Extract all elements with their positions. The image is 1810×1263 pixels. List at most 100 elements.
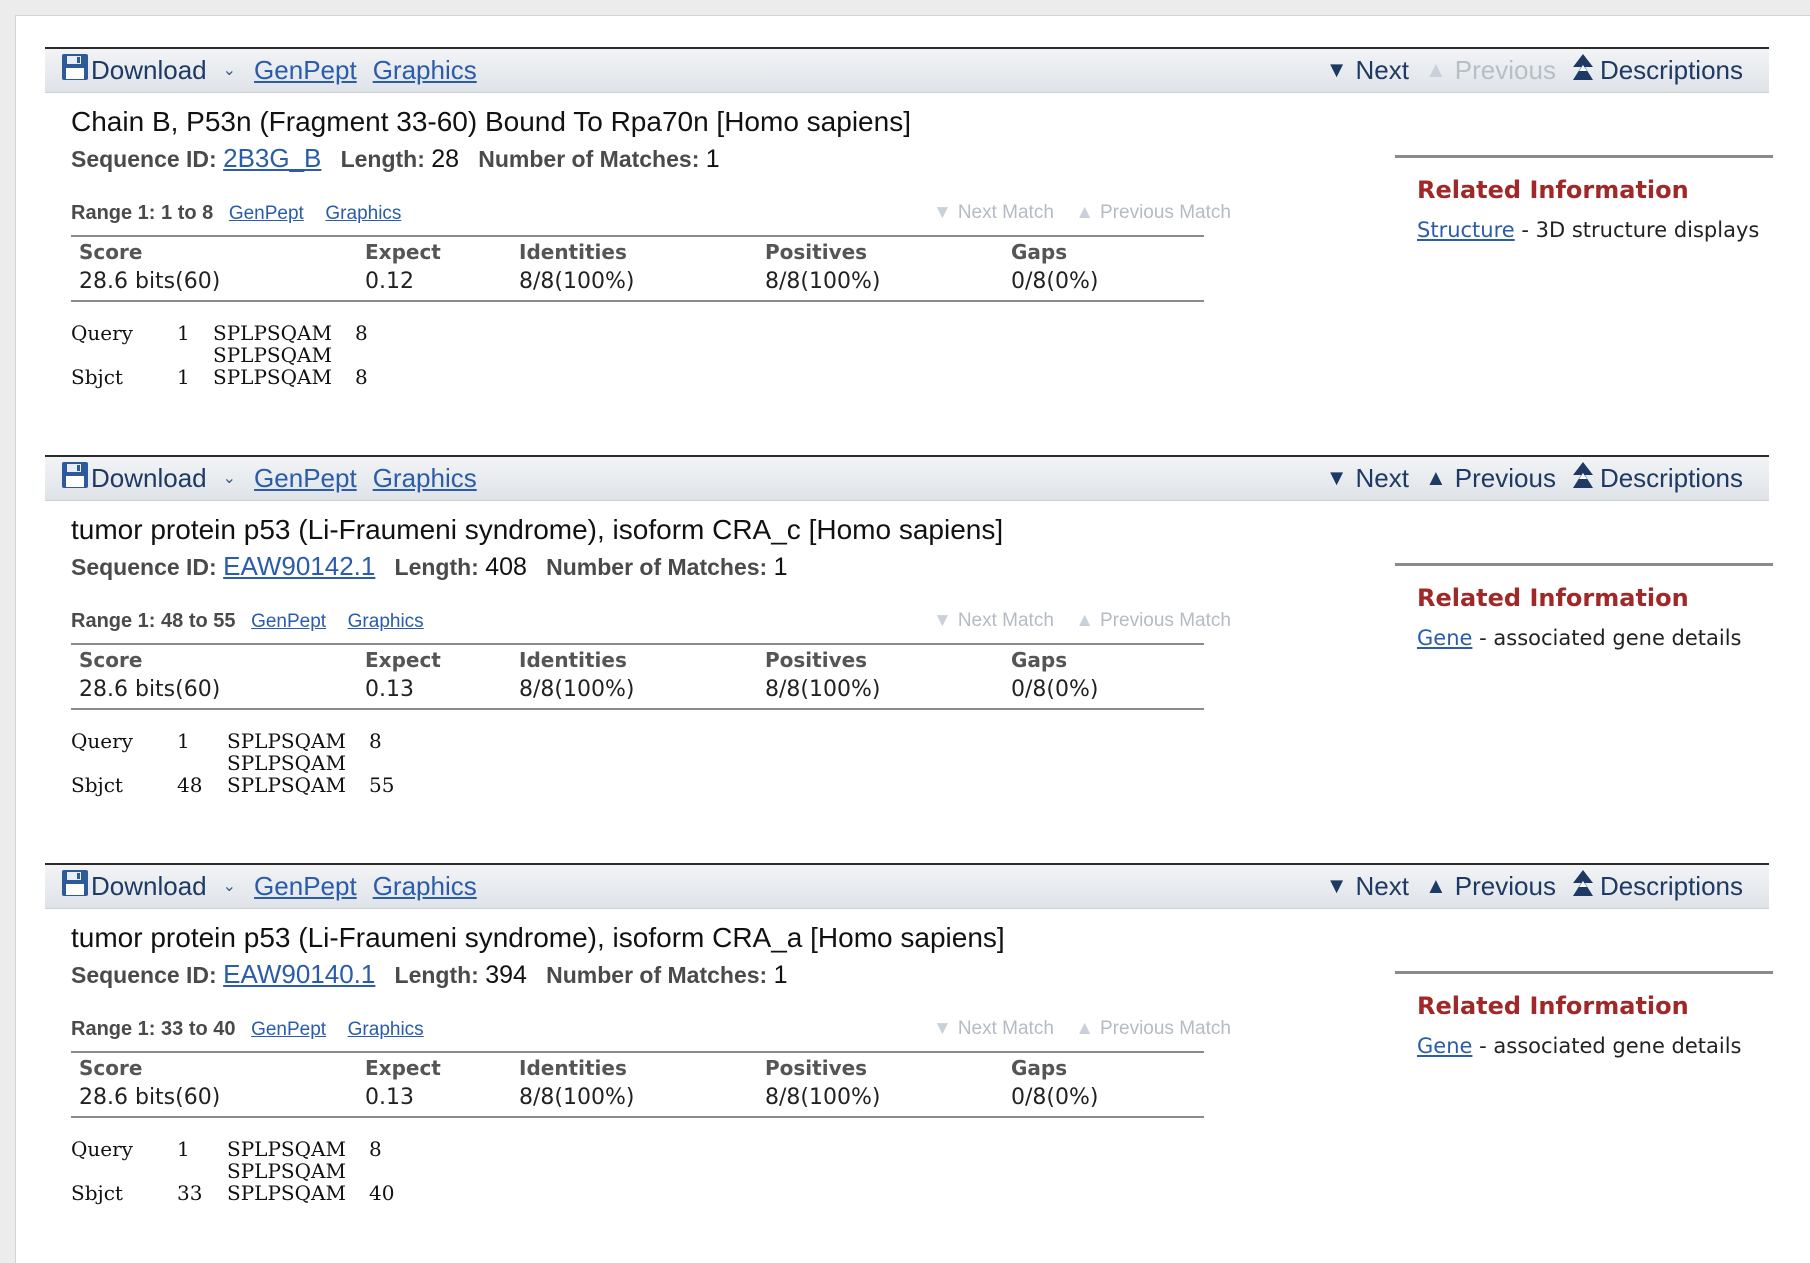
range-graphics-link[interactable]: Graphics (348, 1019, 424, 1040)
triangle-down-icon: ▼ (1325, 465, 1348, 490)
previous-match-link[interactable]: ▲ Previous Match (1075, 610, 1231, 631)
next-match-link[interactable]: ▼ Next Match (933, 610, 1054, 631)
score-value: 28.6 bits(60) (79, 269, 221, 294)
length-value: 394 (485, 961, 527, 989)
previous-match-link[interactable]: ▲ Previous Match (1075, 202, 1231, 223)
structure-link[interactable]: Structure (1417, 218, 1515, 242)
sbjct-end: 55 (369, 773, 395, 797)
query-sequence: SPLPSQAM (213, 321, 332, 345)
descriptions-link[interactable]: Descriptions (1572, 869, 1743, 904)
related-information: Related Information Gene - associated ge… (1395, 971, 1773, 1058)
sbjct-sequence: SPLPSQAM (227, 1181, 346, 1205)
expect-value: 0.13 (365, 677, 414, 702)
related-description: - associated gene details (1479, 1034, 1742, 1058)
identities-value: 8/8(100%) (519, 677, 635, 702)
descriptions-link[interactable]: Descriptions (1572, 53, 1743, 88)
genpept-link[interactable]: GenPept (254, 463, 357, 494)
positives-value: 8/8(100%) (765, 1085, 881, 1110)
range-line: Range 1: 1 to 8 GenPept Graphics (71, 202, 401, 225)
hit-section: Download ⌄ GenPept Graphics ▼ Next ▲ Previ… (45, 863, 1773, 1258)
expect-header: Expect (365, 1056, 441, 1080)
sbjct-end: 8 (355, 365, 368, 389)
related-information: Related Information Structure - 3D struc… (1395, 155, 1773, 242)
query-start: 1 (177, 729, 190, 753)
expect-header: Expect (365, 240, 441, 264)
range-graphics-link[interactable]: Graphics (325, 203, 401, 224)
sequence-info: Sequence ID: 2B3G_B Length: 28 Number of… (71, 143, 720, 174)
related-description: - associated gene details (1479, 626, 1742, 650)
download-button[interactable]: Download (91, 55, 207, 86)
sbjct-start: 1 (177, 365, 190, 389)
next-match-link[interactable]: ▼ Next Match (933, 1018, 1054, 1039)
length-label: Length: (394, 962, 479, 988)
next-link[interactable]: ▼ Next (1326, 55, 1409, 86)
floppy-disk-icon (61, 869, 89, 904)
chevron-down-icon[interactable]: ⌄ (223, 60, 236, 80)
hit-toolbar: Download ⌄ GenPept Graphics ▼ Next ▲ Previ… (45, 47, 1769, 93)
positives-header: Positives (765, 1056, 868, 1080)
previous-link[interactable]: ▲ Previous (1425, 55, 1556, 86)
related-information: Related Information Gene - associated ge… (1395, 563, 1773, 650)
genpept-link[interactable]: GenPept (254, 871, 357, 902)
next-link[interactable]: ▼ Next (1326, 871, 1409, 902)
download-button[interactable]: Download (91, 463, 207, 494)
hit-title: tumor protein p53 (Li-Fraumeni syndrome)… (71, 922, 1005, 953)
hit-toolbar: Download ⌄ GenPept Graphics ▼ Next ▲ Previ… (45, 863, 1769, 909)
previous-match-link[interactable]: ▲ Previous Match (1075, 1018, 1231, 1039)
sbjct-sequence: SPLPSQAM (227, 773, 346, 797)
next-link[interactable]: ▼ Next (1326, 463, 1409, 494)
range-genpept-link[interactable]: GenPept (251, 1019, 326, 1040)
range-graphics-link[interactable]: Graphics (348, 611, 424, 632)
triangle-down-icon: ▼ (933, 202, 952, 223)
download-button[interactable]: Download (91, 871, 207, 902)
hit-toolbar: Download ⌄ GenPept Graphics ▼ Next ▲ Previ… (45, 455, 1769, 501)
range-genpept-link[interactable]: GenPept (229, 203, 304, 224)
matches-label: Number of Matches: (546, 554, 768, 580)
previous-link[interactable]: ▲ Previous (1425, 871, 1556, 902)
length-value: 408 (485, 553, 527, 581)
range-line: Range 1: 33 to 40 GenPept Graphics (71, 1018, 424, 1041)
sequence-id-link[interactable]: EAW90140.1 (223, 959, 375, 989)
sequence-id-label: Sequence ID: (71, 146, 217, 172)
graphics-link[interactable]: Graphics (373, 463, 477, 494)
double-up-arrow-icon (1572, 461, 1594, 496)
positives-header: Positives (765, 240, 868, 264)
query-start: 1 (177, 1137, 190, 1161)
gene-link[interactable]: Gene (1417, 626, 1472, 650)
sequence-id-link[interactable]: EAW90142.1 (223, 551, 375, 581)
graphics-link[interactable]: Graphics (373, 55, 477, 86)
related-description: - 3D structure displays (1521, 218, 1760, 242)
score-header: Score (79, 648, 143, 672)
graphics-link[interactable]: Graphics (373, 871, 477, 902)
query-start: 1 (177, 321, 190, 345)
range-genpept-link[interactable]: GenPept (251, 611, 326, 632)
length-label: Length: (394, 554, 479, 580)
sbjct-label: Sbjct (71, 773, 123, 797)
gene-link[interactable]: Gene (1417, 1034, 1472, 1058)
triangle-up-icon: ▲ (1075, 610, 1094, 631)
sbjct-start: 33 (177, 1181, 203, 1205)
sequence-id-link[interactable]: 2B3G_B (223, 143, 321, 173)
chevron-down-icon[interactable]: ⌄ (223, 876, 236, 896)
stats-table: Score 28.6 bits(60) Expect 0.12 Identities… (71, 235, 1204, 302)
sequence-info: Sequence ID: EAW90140.1 Length: 394 Numb… (71, 959, 788, 990)
gaps-header: Gaps (1011, 1056, 1068, 1080)
sequence-id-label: Sequence ID: (71, 554, 217, 580)
gaps-value: 0/8(0%) (1011, 1085, 1099, 1110)
genpept-link[interactable]: GenPept (254, 55, 357, 86)
triangle-up-icon: ▲ (1075, 202, 1094, 223)
positives-value: 8/8(100%) (765, 677, 881, 702)
previous-link[interactable]: ▲ Previous (1425, 463, 1556, 494)
gaps-header: Gaps (1011, 240, 1068, 264)
sequence-info: Sequence ID: EAW90142.1 Length: 408 Numb… (71, 551, 788, 582)
alignment-block: Query 1 SPLPSQAM 8 SPLPSQAM Sbjct 48 SPLPSQAM… (71, 730, 394, 796)
range-label: Range 1: 48 to 55 (71, 610, 236, 632)
matches-value: 1 (705, 145, 720, 173)
next-match-link[interactable]: ▼ Next Match (933, 202, 1054, 223)
alignment-block: Query 1 SPLPSQAM 8 SPLPSQAM Sbjct 33 SPLPSQAM… (71, 1138, 394, 1204)
chevron-down-icon[interactable]: ⌄ (223, 468, 236, 488)
identities-value: 8/8(100%) (519, 269, 635, 294)
expect-header: Expect (365, 648, 441, 672)
descriptions-link[interactable]: Descriptions (1572, 461, 1743, 496)
identities-header: Identities (519, 648, 627, 672)
